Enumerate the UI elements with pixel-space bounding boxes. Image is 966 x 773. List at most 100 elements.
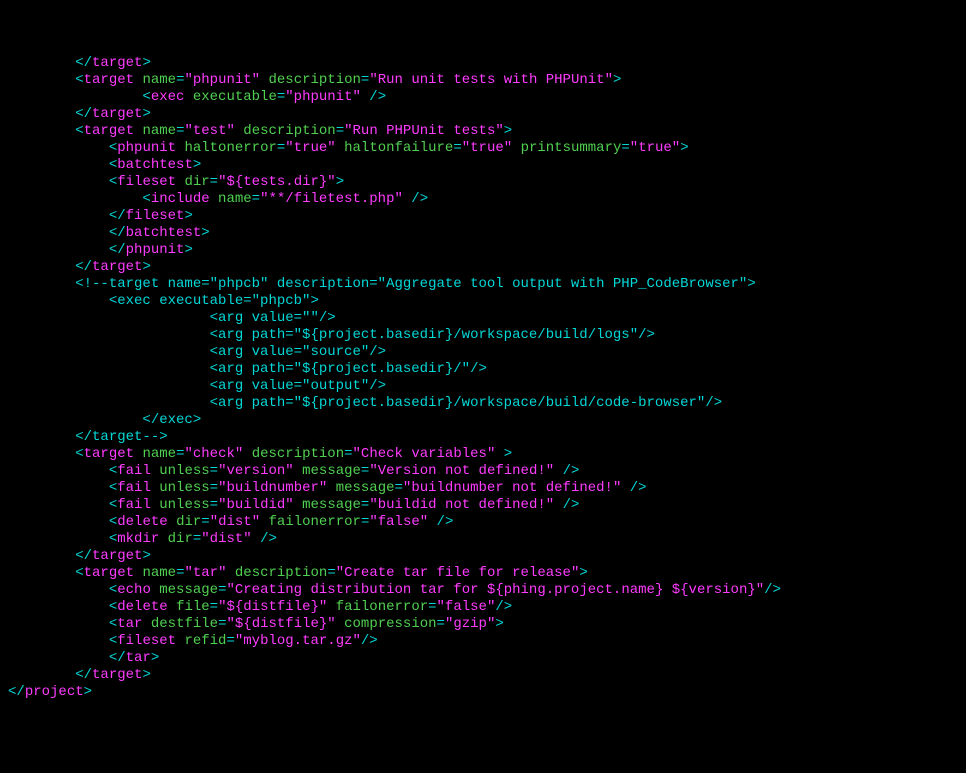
code-token: delete: [117, 514, 167, 530]
code-token: batchtest: [117, 157, 193, 173]
code-token: batchtest: [126, 225, 202, 241]
code-token: =: [277, 89, 285, 105]
code-token: "buildnumber not defined!": [403, 480, 621, 496]
code-token: description: [269, 72, 361, 88]
code-token: tar: [117, 616, 142, 632]
code-token: =: [201, 514, 209, 530]
code-token: refid: [184, 633, 226, 649]
code-token: [8, 106, 75, 122]
code-token: "${distfile}": [218, 599, 327, 615]
code-token: >: [184, 208, 192, 224]
code-token: name: [142, 72, 176, 88]
code-token: />: [764, 582, 781, 598]
code-line: <include name="**/filetest.php" />: [8, 191, 958, 208]
code-token: [8, 140, 109, 156]
code-token: echo: [117, 582, 151, 598]
code-token: fileset: [126, 208, 185, 224]
code-token: exec: [151, 89, 185, 105]
code-token: </: [75, 259, 92, 275]
code-token: <: [109, 174, 117, 190]
code-token: >: [142, 667, 150, 683]
code-line: </fileset>: [8, 208, 958, 225]
code-token: <arg path="${project.basedir}/workspace/…: [8, 395, 722, 411]
code-token: </: [75, 55, 92, 71]
code-token: failonerror: [269, 514, 361, 530]
code-token: >: [193, 157, 201, 173]
code-token: executable: [193, 89, 277, 105]
code-token: >: [201, 225, 209, 241]
code-line: <exec executable="phpcb">: [8, 293, 958, 310]
code-line: <echo message="Creating distribution tar…: [8, 582, 958, 599]
code-token: mkdir: [117, 531, 159, 547]
code-token: "Run PHPUnit tests": [344, 123, 504, 139]
code-line: <batchtest>: [8, 157, 958, 174]
code-token: unless: [159, 463, 209, 479]
code-token: <arg value=""/>: [8, 310, 336, 326]
code-token: message: [336, 480, 395, 496]
code-line: <arg path="${project.basedir}/workspace/…: [8, 327, 958, 344]
code-token: </target-->: [8, 429, 168, 445]
code-token: [8, 276, 75, 292]
code-token: />: [554, 497, 579, 513]
code-token: [327, 599, 335, 615]
code-token: "gzip": [445, 616, 495, 632]
code-token: >: [504, 123, 512, 139]
code-token: >: [336, 174, 344, 190]
code-token: "check": [184, 446, 243, 462]
code-token: description: [252, 446, 344, 462]
code-line: <fail unless="version" message="Version …: [8, 463, 958, 480]
code-token: >: [142, 259, 150, 275]
code-token: message: [302, 497, 361, 513]
code-token: [151, 582, 159, 598]
code-token: =: [428, 599, 436, 615]
code-token: "phpunit": [285, 89, 361, 105]
code-token: "version": [218, 463, 294, 479]
code-token: </: [109, 650, 126, 666]
code-token: haltonerror: [184, 140, 276, 156]
code-token: [8, 446, 75, 462]
code-token: description: [243, 123, 335, 139]
code-token: </: [75, 548, 92, 564]
code-token: name: [142, 123, 176, 139]
code-line: <fileset refid="myblog.tar.gz"/>: [8, 633, 958, 650]
code-token: "true": [285, 140, 335, 156]
code-token: phpunit: [126, 242, 185, 258]
code-token: [294, 463, 302, 479]
code-token: include: [151, 191, 210, 207]
code-token: <arg value="source"/>: [8, 344, 386, 360]
code-token: target: [84, 446, 134, 462]
code-token: <: [75, 123, 83, 139]
code-token: >: [680, 140, 688, 156]
code-token: [151, 463, 159, 479]
code-line: <phpunit haltonerror="true" haltonfailur…: [8, 140, 958, 157]
code-line: <fileset dir="${tests.dir}">: [8, 174, 958, 191]
code-token: [210, 191, 218, 207]
code-token: <: [109, 616, 117, 632]
code-token: </: [8, 684, 25, 700]
code-token: [8, 89, 142, 105]
code-token: name: [142, 565, 176, 581]
code-token: "dist": [210, 514, 260, 530]
code-token: <: [109, 463, 117, 479]
code-token: [8, 463, 109, 479]
code-token: =: [327, 565, 335, 581]
code-line: <arg value="source"/>: [8, 344, 958, 361]
code-token: "Run unit tests with PHPUnit": [369, 72, 613, 88]
code-token: />: [554, 463, 579, 479]
code-token: [151, 480, 159, 496]
code-line: <!--target name="phpcb" description="Agg…: [8, 276, 958, 293]
code-token: target: [84, 123, 134, 139]
code-token: "Version not defined!": [369, 463, 554, 479]
code-token: [8, 72, 75, 88]
code-token: [260, 72, 268, 88]
code-token: target: [92, 55, 142, 71]
code-line: </exec>: [8, 412, 958, 429]
code-line: <exec executable="phpunit" />: [8, 89, 958, 106]
code-token: dir: [184, 174, 209, 190]
code-token: </exec>: [8, 412, 201, 428]
code-token: target: [92, 667, 142, 683]
code-token: target: [84, 565, 134, 581]
code-token: >: [142, 106, 150, 122]
code-token: "dist": [201, 531, 251, 547]
code-line: </tar>: [8, 650, 958, 667]
